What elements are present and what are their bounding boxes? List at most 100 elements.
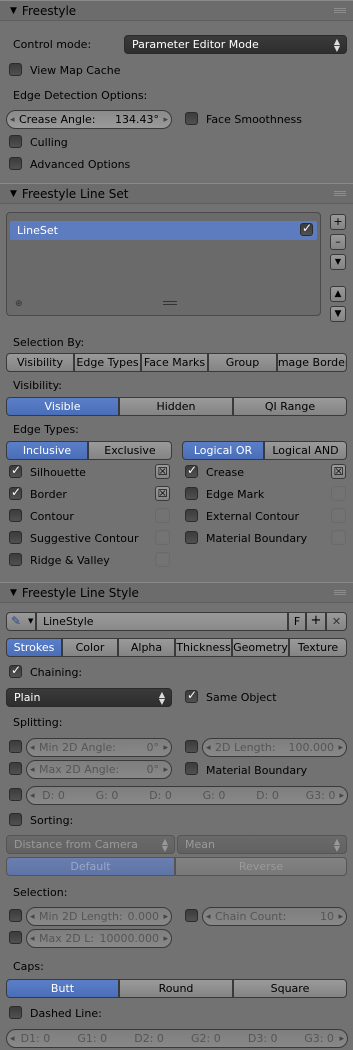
chaining-method-dropdown[interactable]: Plain ▲ ▼	[6, 688, 172, 707]
sel-group-toggle[interactable]: Group	[208, 353, 277, 372]
sorting-checkbox[interactable]	[9, 813, 22, 826]
dashed-line-checkbox[interactable]	[9, 1006, 22, 1019]
vis-qi-range-tab[interactable]: QI Range	[233, 397, 347, 416]
same-object-checkbox[interactable]	[185, 688, 198, 703]
sort-key-dropdown[interactable]: Distance from Camera ▲ ▼	[6, 835, 175, 854]
split-material-boundary-checkbox[interactable]	[185, 762, 198, 775]
2d-length-field[interactable]: 2D Length:100.000	[202, 738, 347, 757]
external-contour-checkbox[interactable]	[185, 509, 198, 522]
resize-grip-icon[interactable]	[163, 301, 177, 305]
2d-length-checkbox[interactable]	[185, 740, 198, 753]
tab-texture[interactable]: Texture	[289, 638, 347, 657]
min-2d-angle-field[interactable]: Min 2D Angle:0°	[26, 738, 172, 757]
split-pattern-checkbox[interactable]	[9, 788, 22, 801]
control-mode-dropdown[interactable]: Parameter Editor Mode ▲ ▼	[124, 35, 347, 54]
vis-visible-tab[interactable]: Visible	[6, 397, 119, 416]
caps-butt-tab[interactable]: Butt	[6, 979, 119, 998]
ridge-valley-exclude-button[interactable]: ☒	[155, 552, 170, 567]
lineset-menu-button[interactable]: ▼	[330, 254, 346, 270]
silhouette-checkbox[interactable]	[9, 463, 22, 478]
dash1-field[interactable]: D1: 0	[7, 1032, 64, 1045]
vis-hidden-tab[interactable]: Hidden	[119, 397, 233, 416]
gap1-field[interactable]: G1: 0	[64, 1032, 121, 1045]
border-checkbox[interactable]	[9, 485, 22, 500]
face-smoothness-checkbox[interactable]	[185, 112, 198, 125]
caps-round-tab[interactable]: Round	[119, 979, 233, 998]
linestyle-name-field[interactable]: LineStyle	[36, 612, 288, 631]
chain-count-field[interactable]: Chain Count:10	[202, 907, 347, 926]
sel-edge-types-toggle[interactable]: Edge Types	[74, 353, 141, 372]
max-2d-angle-field[interactable]: Max 2D Angle:0°	[26, 760, 172, 779]
split-dash1-field[interactable]: D: 0	[27, 789, 80, 802]
max-2d-angle-checkbox[interactable]	[9, 762, 22, 775]
sort-default-tab[interactable]: Default	[6, 857, 175, 876]
integration-type-dropdown[interactable]: Mean ▲ ▼	[177, 835, 347, 854]
edge-mark-checkbox[interactable]	[185, 487, 198, 500]
culling-checkbox[interactable]	[9, 135, 22, 148]
split-dash2-field[interactable]: D: 0	[134, 789, 187, 802]
contour-checkbox[interactable]	[9, 509, 22, 522]
suggestive-contour-checkbox[interactable]	[9, 531, 22, 544]
lineset-list-item[interactable]: LineSet	[10, 221, 317, 240]
dash2-field[interactable]: D2: 0	[121, 1032, 178, 1045]
edge-mark-exclude-button[interactable]: ☒	[331, 486, 346, 501]
logical-or-tab[interactable]: Logical OR	[182, 441, 264, 460]
silhouette-exclude-button[interactable]: ☒	[155, 464, 170, 479]
crease-angle-field[interactable]: Crease Angle:134.43°	[6, 110, 172, 129]
suggestive-contour-exclude-button[interactable]: ☒	[155, 530, 170, 545]
split-gap2-field[interactable]: G: 0	[187, 789, 241, 802]
freestyle-panel-header[interactable]: ▼ Freestyle	[0, 0, 353, 21]
external-contour-exclude-button[interactable]: ☒	[331, 508, 346, 523]
gap2-field[interactable]: G2: 0	[177, 1032, 234, 1045]
unlink-linestyle-button[interactable]: ✕	[326, 612, 347, 631]
chaining-checkbox[interactable]	[9, 663, 22, 678]
lineset-panel-header[interactable]: ▼ Freestyle Line Set	[0, 183, 353, 204]
move-up-button[interactable]: ▲	[330, 286, 346, 302]
chain-count-checkbox[interactable]	[185, 909, 198, 922]
ridge-valley-checkbox[interactable]	[9, 553, 22, 566]
advanced-options-checkbox[interactable]	[9, 157, 22, 170]
lineset-list[interactable]: LineSet ⊕	[6, 212, 321, 316]
max-2d-length-checkbox[interactable]	[9, 931, 22, 944]
add-small-icon[interactable]: ⊕	[15, 299, 23, 309]
exclusive-tab[interactable]: Exclusive	[88, 441, 172, 460]
logical-and-tab[interactable]: Logical AND	[264, 441, 347, 460]
sel-visibility-toggle[interactable]: Visibility	[6, 353, 74, 372]
material-boundary-exclude-button[interactable]: ☒	[331, 530, 346, 545]
gap3-field[interactable]: G3: 0	[291, 1032, 347, 1045]
linestyle-browse-button[interactable]: ✎ ▼	[6, 612, 36, 631]
linestyle-panel-header[interactable]: ▼ Freestyle Line Style	[0, 582, 353, 603]
split-gap3-field[interactable]: G3: 0	[294, 789, 347, 802]
material-boundary-checkbox[interactable]	[185, 531, 198, 544]
drag-grip-icon[interactable]	[334, 8, 346, 14]
tab-color[interactable]: Color	[62, 638, 118, 657]
sel-face-marks-toggle[interactable]: Face Marks	[141, 353, 208, 372]
lineset-enabled-checkbox[interactable]	[300, 221, 313, 236]
fake-user-button[interactable]: F	[288, 612, 306, 631]
inclusive-tab[interactable]: Inclusive	[6, 441, 88, 460]
caps-square-tab[interactable]: Square	[233, 979, 347, 998]
split-pattern-fields[interactable]: D: 0 G: 0 D: 0 G: 0 D: 0 G3: 0	[26, 786, 348, 805]
view-map-cache-checkbox[interactable]	[9, 63, 22, 76]
tab-strokes[interactable]: Strokes	[6, 638, 62, 657]
max-2d-length-field[interactable]: Max 2D L:10000.000	[26, 929, 172, 948]
crease-checkbox[interactable]	[185, 463, 198, 478]
move-down-button[interactable]: ▼	[330, 306, 346, 322]
new-linestyle-button[interactable]: +	[306, 612, 326, 631]
min-2d-length-checkbox[interactable]	[9, 909, 22, 922]
dash3-field[interactable]: D3: 0	[234, 1032, 291, 1045]
split-gap1-field[interactable]: G: 0	[80, 789, 134, 802]
sort-reverse-tab[interactable]: Reverse	[175, 857, 347, 876]
drag-grip-icon[interactable]	[334, 590, 346, 596]
min-2d-angle-checkbox[interactable]	[9, 740, 22, 753]
split-dash3-field[interactable]: D: 0	[241, 789, 294, 802]
tab-alpha[interactable]: Alpha	[118, 638, 175, 657]
drag-grip-icon[interactable]	[334, 191, 346, 197]
dash-pattern-fields[interactable]: D1: 0 G1: 0 D2: 0 G2: 0 D3: 0 G3: 0	[6, 1029, 348, 1048]
tab-geometry[interactable]: Geometry	[232, 638, 289, 657]
min-2d-length-field[interactable]: Min 2D Length:0.000	[26, 907, 172, 926]
crease-exclude-button[interactable]: ☒	[331, 464, 346, 479]
sel-image-border-toggle[interactable]: Image Border	[277, 353, 347, 372]
remove-lineset-button[interactable]: –	[330, 234, 346, 250]
add-lineset-button[interactable]: +	[330, 214, 346, 230]
